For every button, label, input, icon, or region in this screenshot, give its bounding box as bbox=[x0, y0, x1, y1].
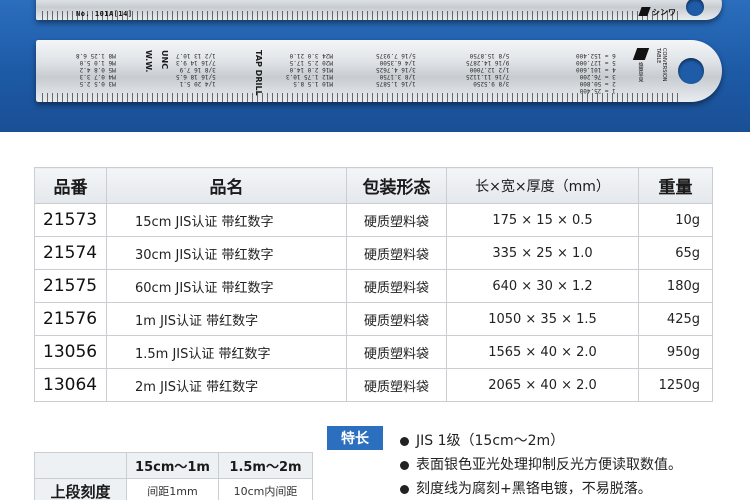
conversion-row: 4 = 101.600 bbox=[576, 66, 616, 73]
ruler-fine-print: 1/4 20 5.1 5/16 18 6.5 3/8 16 7.9 7/16 14 9… bbox=[176, 52, 216, 87]
cell-size: 1565 × 40 × 2.0 bbox=[446, 335, 639, 369]
ruler-conversion-header: 換算早見 bbox=[630, 48, 652, 86]
cell-code: 13064 bbox=[34, 368, 107, 402]
cell-name: 1m JIS认证 带红数字 bbox=[106, 302, 347, 336]
graduation-header-short: 15cm～1m bbox=[126, 452, 219, 479]
cell-name: 1.5m JIS认证 带红数字 bbox=[106, 335, 347, 369]
cell-weight: 180g bbox=[638, 269, 713, 303]
brand-logo-icon bbox=[638, 7, 651, 16]
cell-weight: 425g bbox=[638, 302, 713, 336]
table-row: 21574 30cm JIS认证 带红数字 硬质塑料袋 335 × 25 × 1… bbox=[34, 236, 713, 270]
cell-weight: 950g bbox=[638, 335, 713, 369]
cell-code: 21574 bbox=[34, 236, 107, 270]
cell-name: 30cm JIS认证 带红数字 bbox=[106, 236, 347, 270]
graduation-row: 上段刻度 间距1mm 10cm内间距 bbox=[34, 478, 313, 500]
graduation-header-long: 1.5m～2m bbox=[218, 452, 313, 479]
cell-weight: 65g bbox=[638, 236, 713, 270]
header-weight: 重量 bbox=[638, 167, 713, 204]
table-row: 13064 2m JIS认证 带红数字 硬质塑料袋 2065 × 40 × 2.… bbox=[34, 368, 713, 402]
cell-package: 硬质塑料袋 bbox=[346, 335, 447, 369]
bullet-icon bbox=[400, 460, 409, 470]
features-badge: 特长 bbox=[327, 426, 383, 450]
feature-text: 表面银色亚光处理抑制反光方便读取数值。 bbox=[416, 457, 682, 473]
spec-table: 品番 品名 包装形态 长×宽×厚度（mm） 重量 21573 15cm JIS认… bbox=[34, 167, 713, 402]
ruler-label-tap-drill: TAP DRILL bbox=[254, 50, 263, 96]
ruler-fine-print: M3 0.5 2.5 M4 0.7 3.3 M5 0.8 4.2 M6 1.0 5.0… bbox=[76, 52, 116, 87]
table-row: 21575 60cm JIS认证 带红数字 硬质塑料袋 640 × 30 × 1… bbox=[34, 269, 713, 303]
header-code: 品番 bbox=[34, 167, 107, 204]
conversion-title: 換算早見 bbox=[637, 62, 644, 82]
cell-code: 21576 bbox=[34, 302, 107, 336]
table-row: 21573 15cm JIS认证 带红数字 硬质塑料袋 175 × 15 × 0… bbox=[34, 203, 713, 237]
cell-size: 640 × 30 × 1.2 bbox=[446, 269, 639, 303]
ruler-label-unc: UNC bbox=[160, 50, 169, 70]
graduation-table: 15cm～1m 1.5m～2m 上段刻度 间距1mm 10cm内间距 bbox=[34, 452, 313, 500]
ruler-fine-print: 1/16 1.5875 1/8 3.1750 3/16 4.7625 1/4 6.35… bbox=[376, 52, 416, 87]
cell-size: 175 × 15 × 0.5 bbox=[446, 203, 639, 237]
cell-name: 2m JIS认证 带红数字 bbox=[106, 368, 347, 402]
ruler-brand-text: シンワ bbox=[652, 8, 676, 17]
cell-code: 21573 bbox=[34, 203, 107, 237]
cell-package: 硬质塑料袋 bbox=[346, 302, 447, 336]
graduation-header-row: 15cm～1m 1.5m～2m bbox=[34, 452, 313, 479]
cell-code: 21575 bbox=[34, 269, 107, 303]
ruler-conversion-rows: 1 = 25.400 2 = 50.800 3 = 76.200 4 = 101… bbox=[576, 52, 616, 94]
cell-package: 硬质塑料袋 bbox=[346, 368, 447, 402]
conversion-row: 6 = 152.400 bbox=[576, 52, 616, 59]
bullet-icon bbox=[400, 484, 409, 494]
conversion-row: 2 = 50.800 bbox=[579, 80, 616, 87]
graduation-cell: 10cm内间距 bbox=[218, 478, 313, 500]
ruler-conversion-sub: CONVERSION TABLE bbox=[650, 48, 672, 86]
ruler-brand-logo: シンワ bbox=[638, 7, 676, 18]
cell-name: 60cm JIS认证 带红数字 bbox=[106, 269, 347, 303]
graduation-cell: 间距1mm bbox=[126, 478, 219, 500]
cell-code: 13056 bbox=[34, 335, 107, 369]
ruler-fine-print: M10 1.5 8.5 M12 1.75 10.3 M16 2.0 14.0 M20 … bbox=[286, 52, 333, 87]
cell-size: 335 × 25 × 1.0 bbox=[446, 236, 639, 270]
ruler-model-number: No. 101A[14] bbox=[76, 10, 133, 18]
feature-text: JIS 1级（15cm～2m） bbox=[416, 433, 565, 449]
table-header-row: 品番 品名 包装形态 长×宽×厚度（mm） 重量 bbox=[34, 167, 713, 204]
feature-text: 刻度线为腐刻+黑铬电镀，不易脱落。 bbox=[416, 481, 652, 497]
graduation-row-label: 上段刻度 bbox=[34, 478, 127, 500]
ruler-hang-hole bbox=[678, 58, 704, 84]
conversion-subtitle: CONVERSION TABLE bbox=[655, 48, 667, 82]
table-row: 13056 1.5m JIS认证 带红数字 硬质塑料袋 1565 × 40 × … bbox=[34, 335, 713, 369]
ruler-fine-print: 3/8 9.5250 7/16 11.1125 1/2 12.7000 9/16 14… bbox=[466, 52, 510, 87]
conversion-row: 1 = 25.400 bbox=[579, 87, 616, 94]
product-photo-banner: No. 101A[14] シンワ W.W. UNC TAP DRILL M3 0… bbox=[0, 0, 750, 132]
cell-size: 2065 × 40 × 2.0 bbox=[446, 368, 639, 402]
graduation-header-blank bbox=[34, 452, 127, 479]
cell-package: 硬质塑料袋 bbox=[346, 269, 447, 303]
header-name: 品名 bbox=[106, 167, 347, 204]
conversion-row: 5 = 127.000 bbox=[576, 59, 616, 66]
ruler-hang-hole bbox=[686, 0, 704, 17]
cell-package: 硬质塑料袋 bbox=[346, 203, 447, 237]
steel-ruler-top: No. 101A[14] シンワ bbox=[36, 0, 722, 20]
ruler-ticks bbox=[42, 93, 682, 102]
feature-item: 刻度线为腐刻+黑铬电镀，不易脱落。 bbox=[400, 477, 748, 500]
cell-name: 15cm JIS认证 带红数字 bbox=[106, 203, 347, 237]
table-row: 21576 1m JIS认证 带红数字 硬质塑料袋 1050 × 35 × 1.… bbox=[34, 302, 713, 336]
cell-package: 硬质塑料袋 bbox=[346, 236, 447, 270]
cell-weight: 10g bbox=[638, 203, 713, 237]
steel-ruler-back: W.W. UNC TAP DRILL M3 0.5 2.5 M4 0.7 3.3 M… bbox=[36, 40, 722, 102]
cell-weight: 1250g bbox=[638, 368, 713, 402]
ruler-ticks bbox=[42, 11, 682, 20]
bullet-icon bbox=[400, 436, 409, 446]
feature-item: JIS 1级（15cm～2m） bbox=[400, 429, 748, 453]
feature-item: 表面银色亚光处理抑制反光方便读取数值。 bbox=[400, 453, 748, 477]
header-package: 包装形态 bbox=[346, 167, 447, 204]
conversion-row: 3 = 76.200 bbox=[579, 73, 616, 80]
cell-size: 1050 × 35 × 1.5 bbox=[446, 302, 639, 336]
ruler-label-ww: W.W. bbox=[144, 50, 153, 73]
feature-list: JIS 1级（15cm～2m） 表面银色亚光处理抑制反光方便读取数值。 刻度线为… bbox=[400, 429, 748, 500]
brand-logo-icon bbox=[632, 48, 650, 60]
header-size: 长×宽×厚度（mm） bbox=[446, 167, 639, 204]
